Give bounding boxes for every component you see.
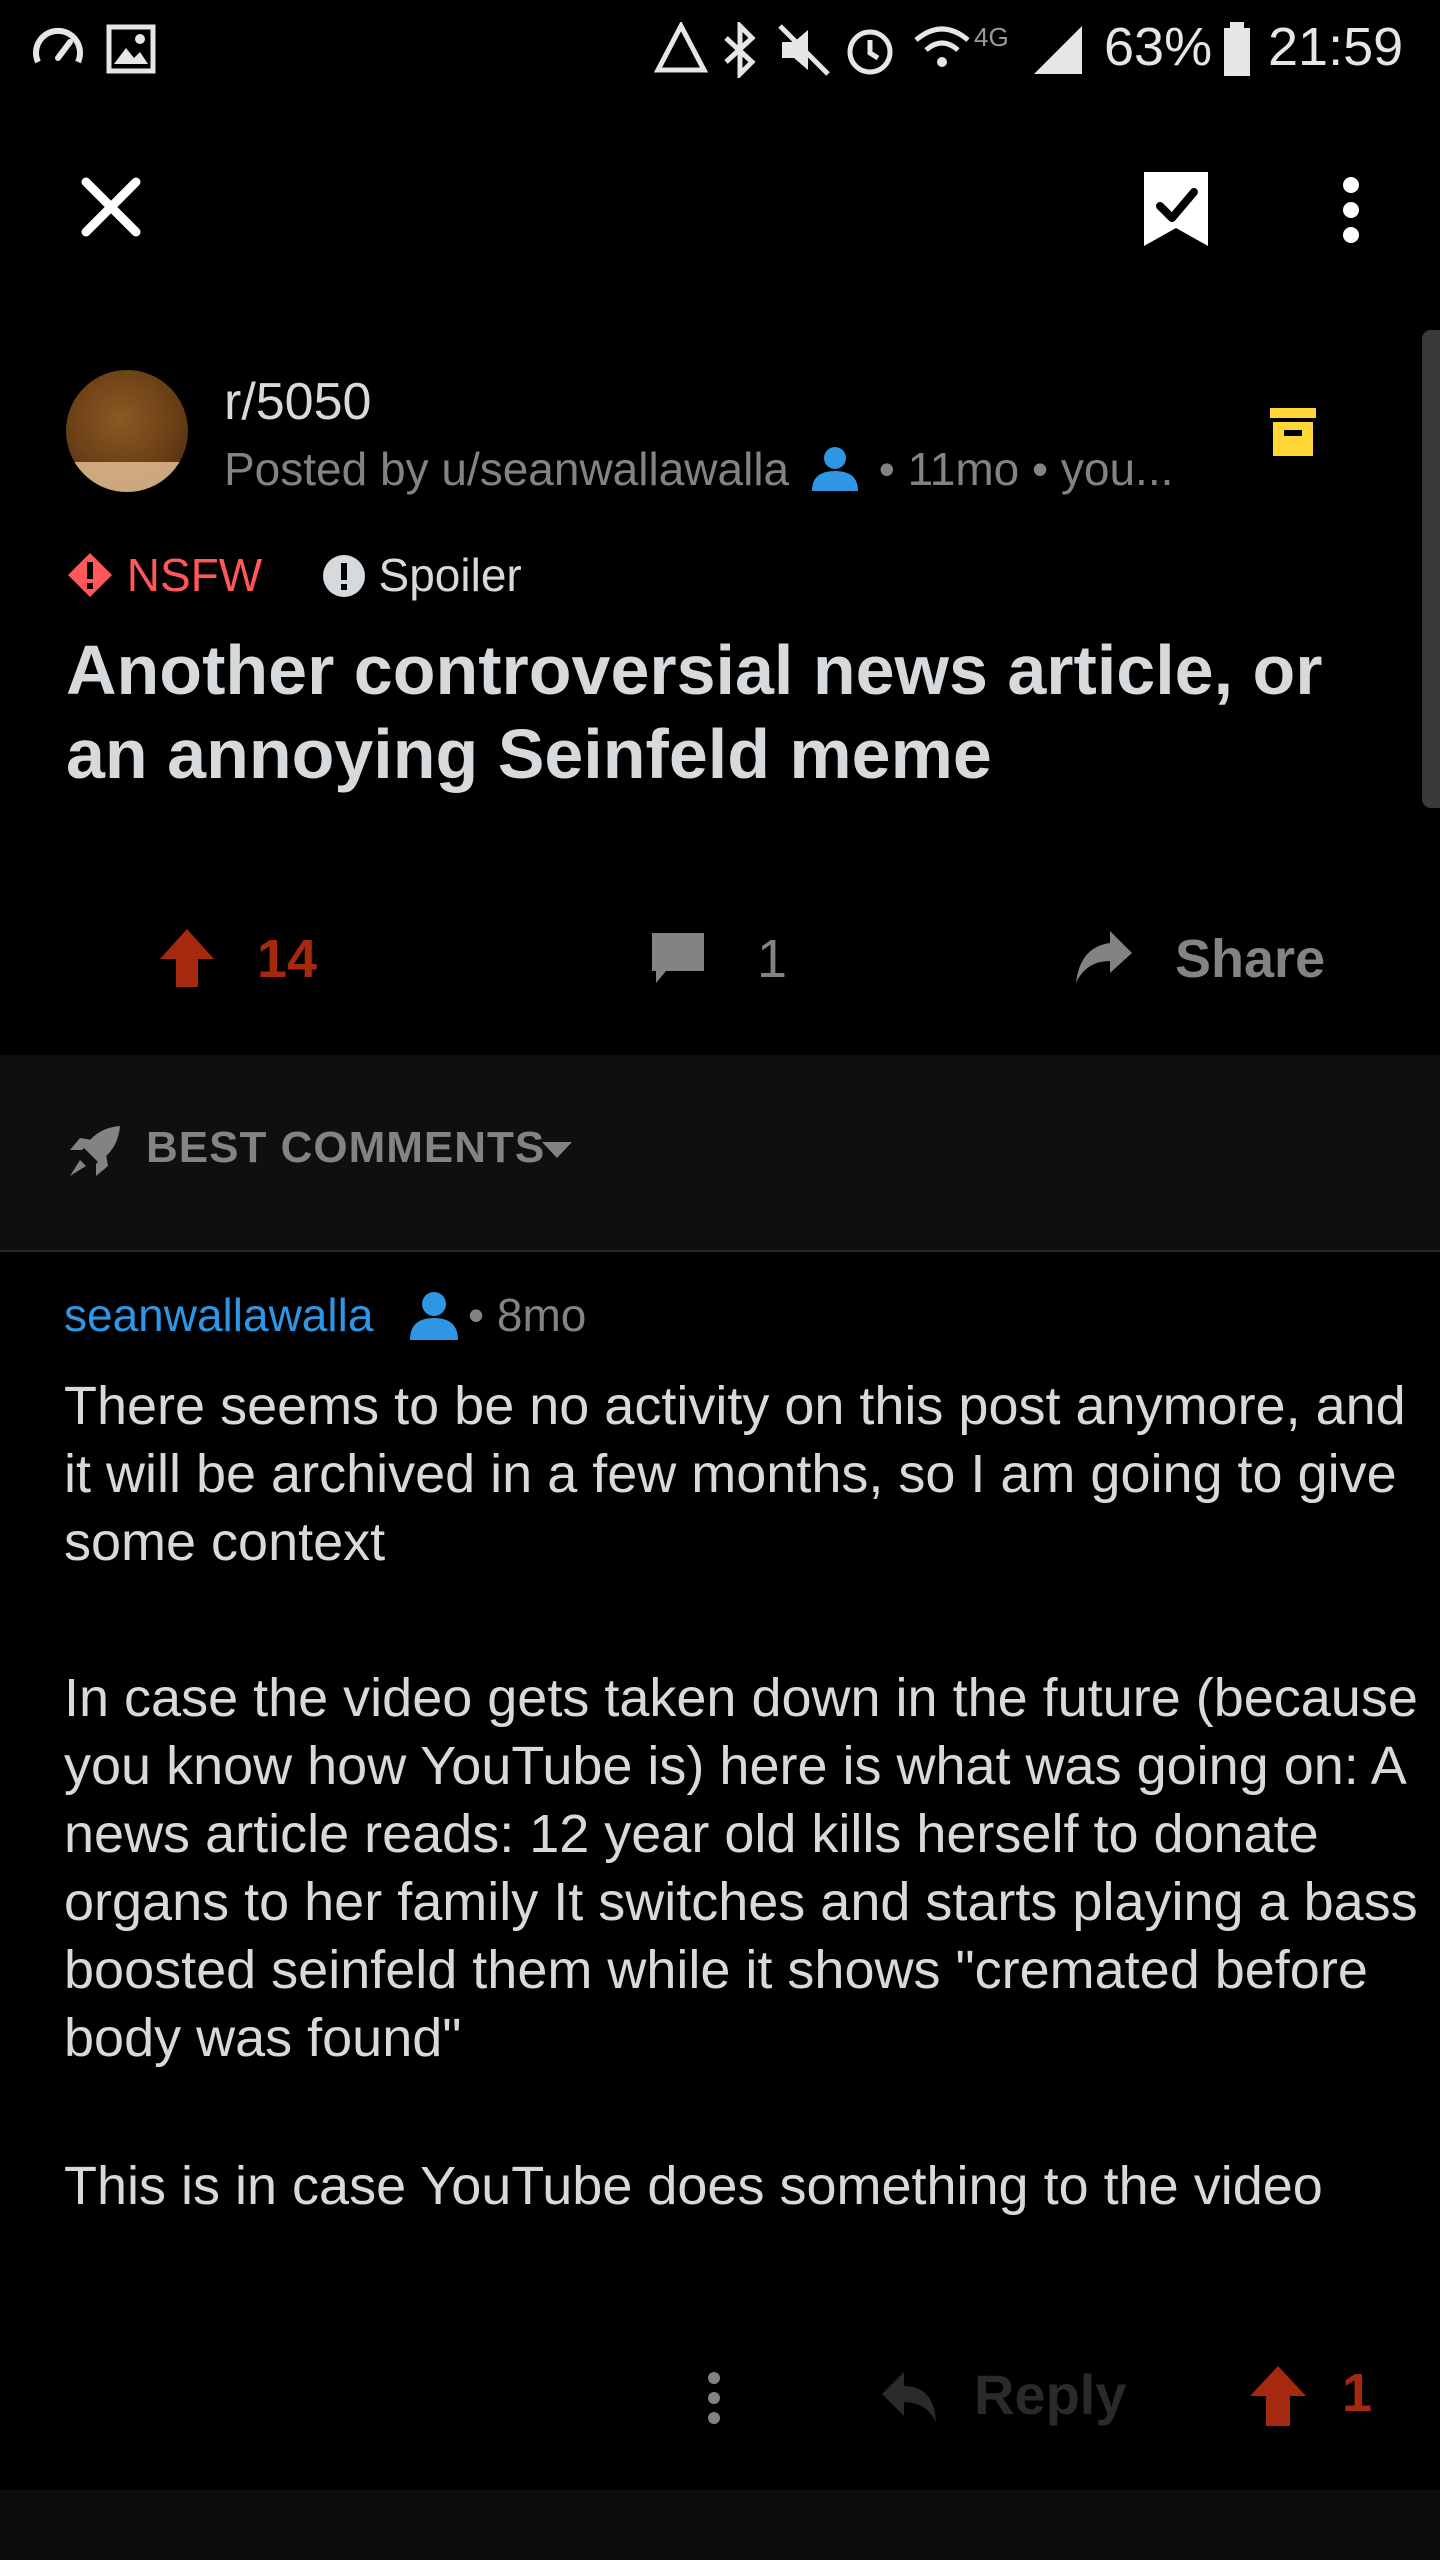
scrollbar[interactable]	[1422, 330, 1440, 808]
comment-count: 1	[757, 929, 788, 989]
alarm-icon	[847, 29, 893, 75]
post-vote-count: 14	[257, 929, 318, 989]
more-options-icon[interactable]	[1334, 176, 1368, 244]
post-title[interactable]: Another controversial news article, or a…	[66, 628, 1366, 796]
comment-paragraph: In case the video gets taken down in the…	[64, 1668, 1418, 2068]
chevron-down-icon[interactable]	[540, 1140, 574, 1160]
comment-age: • 8mo	[468, 1289, 587, 1341]
post-actions: 14 1 Share	[0, 910, 1440, 1010]
share-button[interactable]: Share	[1074, 928, 1325, 998]
comment-upvote-icon[interactable]	[1250, 2366, 1306, 2426]
subreddit-avatar[interactable]	[66, 370, 188, 492]
posted-by[interactable]: Posted by u/seanwallawalla	[224, 443, 789, 495]
share-icon	[1076, 931, 1132, 983]
status-bar: 4G 63% 21:59	[0, 0, 1440, 100]
comment-icon	[652, 933, 704, 983]
top-app-bar	[0, 140, 1440, 270]
battery-icon	[1224, 22, 1250, 76]
comment-paragraph: There seems to be no activity on this po…	[64, 1376, 1406, 1572]
signal-icon	[1034, 26, 1082, 74]
close-icon[interactable]	[80, 176, 142, 238]
comment-author[interactable]: seanwallawalla	[64, 1288, 373, 1342]
wifi-icon	[914, 26, 970, 67]
spoiler-icon	[322, 555, 365, 597]
image-icon	[106, 24, 156, 74]
post-tags: NSFW Spoiler	[66, 548, 522, 608]
op-user-icon	[410, 1292, 458, 1340]
comment-paragraph: This is in case YouTube does something t…	[64, 2156, 1323, 2216]
battery-percent: 63%	[1104, 17, 1213, 77]
bluetooth-icon	[724, 22, 756, 78]
post-age: • 11mo • you...	[878, 443, 1174, 495]
spoiler-tag: Spoiler	[378, 549, 522, 601]
reply-icon[interactable]	[880, 2370, 938, 2424]
reply-button[interactable]: Reply	[974, 2362, 1127, 2427]
comment-vote-count: 1	[1342, 2363, 1373, 2423]
mute-icon	[778, 24, 830, 76]
comment-more-icon[interactable]	[700, 2370, 728, 2426]
nsfw-icon	[68, 553, 112, 597]
sort-label[interactable]: BEST COMMENTS	[146, 1123, 545, 1173]
speedometer-icon	[33, 27, 83, 64]
subreddit-name[interactable]: r/5050	[224, 372, 371, 432]
comments-button[interactable]: 1	[650, 928, 787, 998]
share-label: Share	[1175, 929, 1326, 989]
clock: 21:59	[1268, 17, 1404, 77]
rocket-icon	[70, 1126, 120, 1176]
bottom-bar	[0, 2490, 1440, 2560]
archive-icon	[1270, 408, 1316, 456]
warning-icon	[654, 22, 708, 73]
upvote-icon[interactable]	[160, 929, 214, 987]
network-type: 4G	[974, 22, 1009, 52]
upvote-group: 14	[160, 928, 317, 998]
post-meta: Posted by u/seanwallawalla • 11mo • you.…	[224, 442, 1173, 496]
nsfw-tag: NSFW	[126, 549, 263, 601]
saved-bookmark-icon[interactable]	[1140, 168, 1212, 250]
user-icon	[811, 447, 858, 491]
